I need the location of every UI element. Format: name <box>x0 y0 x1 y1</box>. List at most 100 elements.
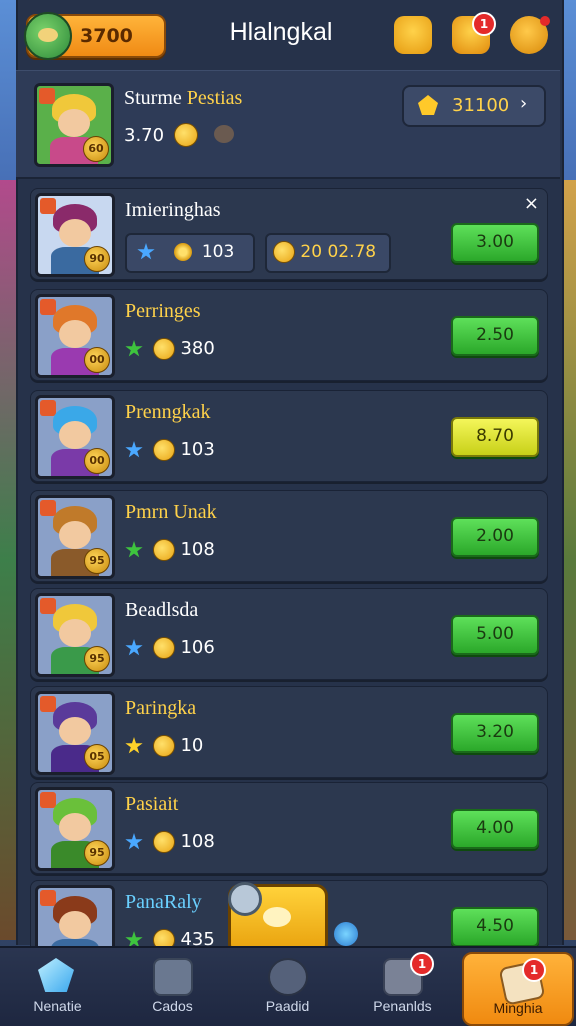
smiley-icon <box>174 123 198 147</box>
portrait-face <box>58 421 92 450</box>
rarity-gem-icon <box>40 792 56 808</box>
level-coin: 90 <box>84 246 110 272</box>
chat-icon[interactable]: 1 <box>452 12 496 54</box>
list-item[interactable]: 95 Beadlsda 106 5.00 <box>30 588 548 680</box>
character-stats: 108 <box>125 539 215 565</box>
buy-button[interactable]: 3.00 <box>451 223 539 263</box>
list-item-featured[interactable]: 90 Imieringhas 103 20 02.78 × 3.00 <box>30 188 548 280</box>
featured-portrait: 90 <box>35 193 115 277</box>
rarity-gem-icon <box>40 500 56 516</box>
list-item[interactable]: 05 Paringka 10 3.20 <box>30 686 548 778</box>
buy-button[interactable]: 4.00 <box>451 809 539 849</box>
smiley-icon <box>152 439 175 461</box>
header-value: 3.70 <box>124 125 165 146</box>
level-coin: 60 <box>83 136 109 162</box>
nav-item-minghia[interactable]: 1 Minghia <box>462 952 574 1026</box>
level-coin: 95 <box>84 646 110 672</box>
level-coin: 95 <box>84 840 110 866</box>
rarity-gem-icon <box>40 598 56 614</box>
gem-icon <box>38 958 74 992</box>
smiley-icon <box>152 637 175 659</box>
buy-button[interactable]: 3.20 <box>451 713 539 753</box>
buy-button[interactable]: 5.00 <box>451 615 539 655</box>
list-item[interactable]: 95 Pasiait 108 4.00 <box>30 782 548 874</box>
star-blue-icon <box>125 833 143 850</box>
list-item[interactable]: 00 Prenngkak 103 8.70 <box>30 390 548 482</box>
portrait-face <box>58 521 92 550</box>
rarity-gem-icon <box>39 88 55 104</box>
level-coin: 05 <box>84 744 110 770</box>
character-stat-value: 10 <box>180 735 204 756</box>
reward-value: 31100 <box>452 95 510 116</box>
nav-item-penanlds[interactable]: 1 Penanlds <box>345 948 460 1026</box>
list-item[interactable]: 95 Pmrn Unak 108 2.00 <box>30 490 548 582</box>
character-name: Paringka <box>125 697 197 719</box>
portrait-face <box>58 717 92 746</box>
header-portrait[interactable]: 60 <box>34 83 114 167</box>
character-stats: 10 <box>125 735 203 761</box>
bell-icon[interactable] <box>394 16 432 54</box>
featured-stat1: 103 <box>201 242 235 262</box>
character-stats: 103 <box>125 439 215 465</box>
character-name: Pasiait <box>125 793 179 815</box>
smiley-icon <box>273 241 295 263</box>
buy-button[interactable]: 8.70 <box>451 417 539 457</box>
buy-button[interactable]: 2.00 <box>451 517 539 557</box>
featured-stat-pill-2: 20 02.78 <box>265 233 391 273</box>
star-blue-icon <box>125 639 143 656</box>
smiley-icon <box>152 831 175 853</box>
character-stats: 380 <box>125 338 215 364</box>
character-portrait: 00 <box>35 294 115 378</box>
rarity-gem-icon <box>40 400 56 416</box>
level-coin: 00 <box>84 347 110 373</box>
level-coin: 00 <box>84 448 110 474</box>
currency-counter[interactable]: 3700 <box>24 12 166 60</box>
nav-badge: 1 <box>522 958 546 982</box>
nav-item-nenatie[interactable]: Nenatie <box>0 948 115 1026</box>
reward-pill[interactable]: 31100 › <box>402 85 546 127</box>
featured-stat-pill-1: 103 <box>125 233 255 273</box>
chat-badge: 1 <box>472 12 496 36</box>
character-stat-value: 108 <box>180 831 215 852</box>
buy-button[interactable]: 2.50 <box>451 316 539 356</box>
level-coin: 95 <box>84 548 110 574</box>
nav-item-paadid[interactable]: Paadid <box>230 948 345 1026</box>
nav-label: Cados <box>152 998 193 1014</box>
rarity-gem-icon <box>40 198 56 214</box>
featured-name: Imieringhas <box>125 199 221 221</box>
nav-label: Paadid <box>265 998 310 1014</box>
portrait-face <box>58 813 92 842</box>
nav-label: Minghia <box>493 1000 543 1016</box>
star-green-icon <box>125 340 143 357</box>
header-name-part1: Sturme <box>124 87 182 109</box>
character-stats: 106 <box>125 637 215 663</box>
player-avatar-icon[interactable] <box>24 12 72 60</box>
emote-icon[interactable] <box>510 16 550 54</box>
nav-item-cados[interactable]: Cados <box>115 948 230 1026</box>
star-green-icon <box>125 541 143 558</box>
nav-label: Penanlds <box>373 998 432 1014</box>
nav-badge: 1 <box>410 952 434 976</box>
character-stat-value: 108 <box>180 539 215 560</box>
smiley-icon <box>152 735 175 757</box>
portrait-face <box>58 320 92 349</box>
chevron-right-icon[interactable]: › <box>520 93 527 114</box>
rarity-gem-icon <box>40 696 56 712</box>
star-blue-icon <box>125 441 143 458</box>
blue-gem-icon <box>137 243 155 260</box>
page-title: Hlalngkal <box>229 18 333 46</box>
character-portrait: 95 <box>35 495 115 579</box>
bomb-icon <box>214 125 234 143</box>
header-name-part2: Pestias <box>186 87 243 109</box>
smiley-icon <box>152 338 175 360</box>
bottom-nav: Nenatie Cados Paadid 1 Penanlds 1 Minghi… <box>0 946 576 1026</box>
list-item[interactable]: 00 Perringes 380 2.50 <box>30 289 548 381</box>
star-icon-icon <box>125 737 143 754</box>
close-icon[interactable]: × <box>524 193 539 214</box>
portrait-face <box>58 911 92 940</box>
rarity-gem-icon <box>40 890 56 906</box>
buy-button[interactable]: 4.50 <box>451 907 539 947</box>
emote-dot-badge <box>540 16 550 26</box>
cards-icon <box>153 958 193 996</box>
character-stats: 108 <box>125 831 215 857</box>
